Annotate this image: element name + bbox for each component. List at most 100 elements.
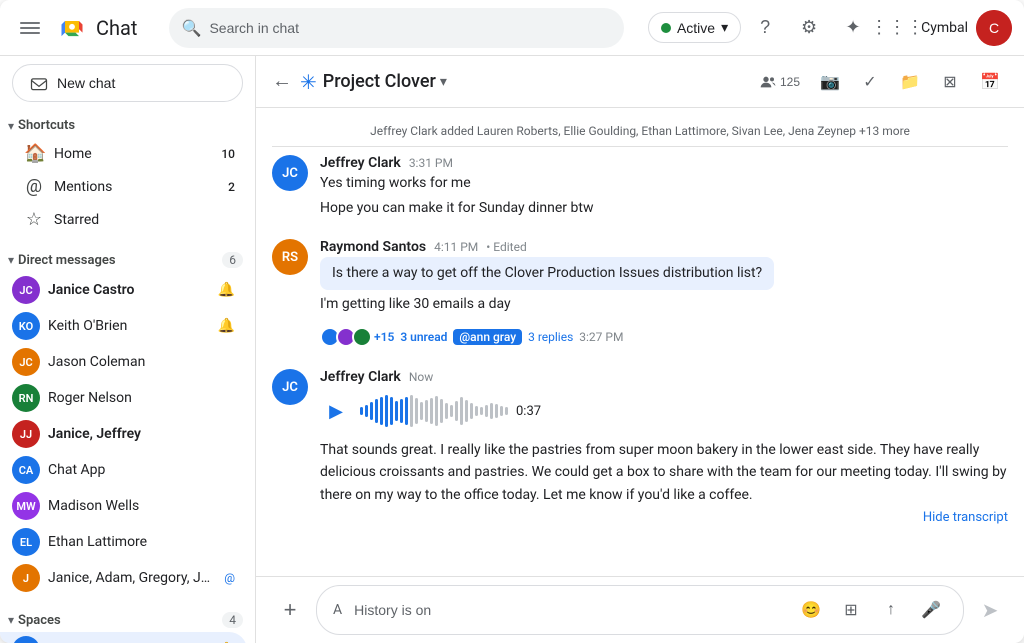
msg-author: Jeffrey Clark xyxy=(320,369,401,385)
spaces-chevron: ▾ xyxy=(8,613,14,627)
chat-title-dropdown[interactable]: ▾ xyxy=(440,74,447,90)
thread-avatars xyxy=(320,327,368,347)
home-icon: 🏠 xyxy=(24,143,44,164)
sidebar-dm-item-0[interactable]: JC Janice Castro 🔔 xyxy=(0,272,247,308)
msg-author: Jeffrey Clark xyxy=(320,155,401,171)
sidebar-dm-item-5[interactable]: CA Chat App xyxy=(0,452,247,488)
dm-avatar: KO xyxy=(12,312,40,340)
home-count: 10 xyxy=(221,147,235,161)
calendar-icon-btn[interactable]: 📅 xyxy=(972,64,1008,100)
dm-bell-icon: 🔔 xyxy=(218,282,235,298)
upload-button[interactable]: ↑ xyxy=(875,594,907,626)
sidebar-item-home[interactable]: 🏠 Home 10 xyxy=(0,137,247,170)
msg-header: Jeffrey Clark Now xyxy=(320,369,1008,385)
status-dot xyxy=(661,23,671,33)
search-bar: 🔍 xyxy=(169,8,623,48)
hamburger-button[interactable] xyxy=(12,10,48,46)
message-input[interactable] xyxy=(354,602,787,618)
waveform-bar xyxy=(360,407,363,415)
mic-button[interactable]: 🎤 xyxy=(915,594,947,626)
message-group-2: JC Jeffrey Clark Now ▶ 0:37 That sounds … xyxy=(272,369,1008,525)
spaces-section-title: Spaces xyxy=(18,613,61,628)
dm-name: Roger Nelson xyxy=(48,390,235,406)
sidebar-space-item-0[interactable]: ✳ Project Clover 🔔 xyxy=(0,632,247,643)
back-button[interactable]: ← xyxy=(272,70,292,93)
dm-section-header[interactable]: ▾ Direct messages 6 xyxy=(0,244,255,272)
waveform-bar xyxy=(415,398,418,424)
filter-icon-btn[interactable]: ⊠ xyxy=(932,64,968,100)
search-input[interactable] xyxy=(169,8,623,48)
app-title: Chat xyxy=(96,16,137,40)
member-count-button[interactable]: 125 xyxy=(752,70,808,94)
thread-extra-count: +15 xyxy=(374,330,394,344)
add-button[interactable]: + xyxy=(272,592,308,628)
dm-avatar: J xyxy=(12,564,40,592)
new-chat-label: New chat xyxy=(57,75,115,91)
shortcuts-section-header[interactable]: ▾ Shortcuts xyxy=(0,110,255,137)
folder-icon-btn[interactable]: 📁 xyxy=(892,64,928,100)
waveform-bar xyxy=(490,403,493,419)
hide-transcript-link[interactable]: Hide transcript xyxy=(320,510,1008,525)
messages-list: JC Jeffrey Clark 3:31 PM Yes timing work… xyxy=(272,155,1008,525)
waveform-bar xyxy=(405,397,408,425)
waveform-bar xyxy=(450,405,453,417)
format-text-icon[interactable]: A xyxy=(333,602,342,618)
dm-avatar: MW xyxy=(12,492,40,520)
sidebar-dm-item-1[interactable]: KO Keith O'Brien 🔔 xyxy=(0,308,247,344)
help-button[interactable]: ? xyxy=(745,8,785,48)
chat-header: ← ✳ Project Clover ▾ 125 📷 ✓ 📁 ⊠ 📅 xyxy=(256,56,1024,108)
waveform-bar xyxy=(435,396,438,426)
apps-button[interactable]: ⋮⋮⋮ xyxy=(877,8,917,48)
mentions-count: 2 xyxy=(228,180,235,194)
dm-avatar: CA xyxy=(12,456,40,484)
play-button[interactable]: ▶ xyxy=(320,395,352,427)
sidebar-dm-item-4[interactable]: JJ Janice, Jeffrey xyxy=(0,416,247,452)
send-button[interactable]: ➤ xyxy=(972,592,1008,628)
msg-bubble: Hope you can make it for Sunday dinner b… xyxy=(320,198,1008,219)
new-chat-button[interactable]: New chat xyxy=(12,64,243,102)
spaces-section-header[interactable]: ▾ Spaces 4 xyxy=(0,604,255,632)
magic-button[interactable]: ✦ xyxy=(833,8,873,48)
dm-bell-icon: 🔔 xyxy=(218,318,235,334)
msg-author: Raymond Santos xyxy=(320,239,426,255)
dm-mention-icon: @ xyxy=(224,571,235,585)
thread-preview[interactable]: +15 3 unread @ann gray 3 replies 3:27 PM xyxy=(320,321,1008,353)
emoji-button[interactable]: 😊 xyxy=(795,594,827,626)
sidebar-dm-item-3[interactable]: RN Roger Nelson xyxy=(0,380,247,416)
waveform-bar xyxy=(390,397,393,425)
account-name: Cymbal xyxy=(921,20,968,36)
dm-avatar: EL xyxy=(12,528,40,556)
sidebar-dm-item-8[interactable]: J Janice, Adam, Gregory, Jose... @ xyxy=(0,560,247,596)
task-icon-btn[interactable]: ✓ xyxy=(852,64,888,100)
sidebar-dm-item-2[interactable]: JC Jason Coleman xyxy=(0,344,247,380)
sidebar-dm-item-7[interactable]: EL Ethan Lattimore xyxy=(0,524,247,560)
dm-name: Janice, Adam, Gregory, Jose... xyxy=(48,570,216,586)
msg-time: 4:11 PM xyxy=(434,240,478,254)
dm-name: Chat App xyxy=(48,462,235,478)
highlighted-text: Is there a way to get off the Clover Pro… xyxy=(320,257,774,290)
account-avatar[interactable]: C xyxy=(976,10,1012,46)
chat-title: Project Clover xyxy=(323,71,436,92)
video-icon-btn[interactable]: 📷 xyxy=(812,64,848,100)
thread-replies: 3 replies xyxy=(528,330,573,344)
shortcuts-chevron: ▾ xyxy=(8,119,14,133)
waveform-bar xyxy=(475,406,478,416)
sidebar-item-mentions[interactable]: @ Mentions 2 xyxy=(0,170,247,203)
sidebar-dm-item-6[interactable]: MW Madison Wells xyxy=(0,488,247,524)
messages-area[interactable]: Jeffrey Clark added Lauren Roberts, Elli… xyxy=(256,108,1024,576)
attachment-button[interactable]: ⊞ xyxy=(835,594,867,626)
dm-name: Janice, Jeffrey xyxy=(48,426,235,442)
msg-time: Now xyxy=(409,370,433,384)
dm-avatar: JC xyxy=(12,348,40,376)
starred-label: Starred xyxy=(54,212,235,228)
active-status-button[interactable]: Active ▾ xyxy=(648,12,741,43)
message-group-0: JC Jeffrey Clark 3:31 PM Yes timing work… xyxy=(272,155,1008,223)
waveform-bar xyxy=(370,402,373,420)
waveform-bar xyxy=(445,403,448,419)
dm-avatar: JC xyxy=(12,276,40,304)
sidebar-item-starred[interactable]: ☆ Starred xyxy=(0,203,247,236)
system-message: Jeffrey Clark added Lauren Roberts, Elli… xyxy=(272,116,1008,147)
settings-button[interactable]: ⚙ xyxy=(789,8,829,48)
waveform-bar xyxy=(385,395,388,427)
msg-header: Jeffrey Clark 3:31 PM xyxy=(320,155,1008,171)
